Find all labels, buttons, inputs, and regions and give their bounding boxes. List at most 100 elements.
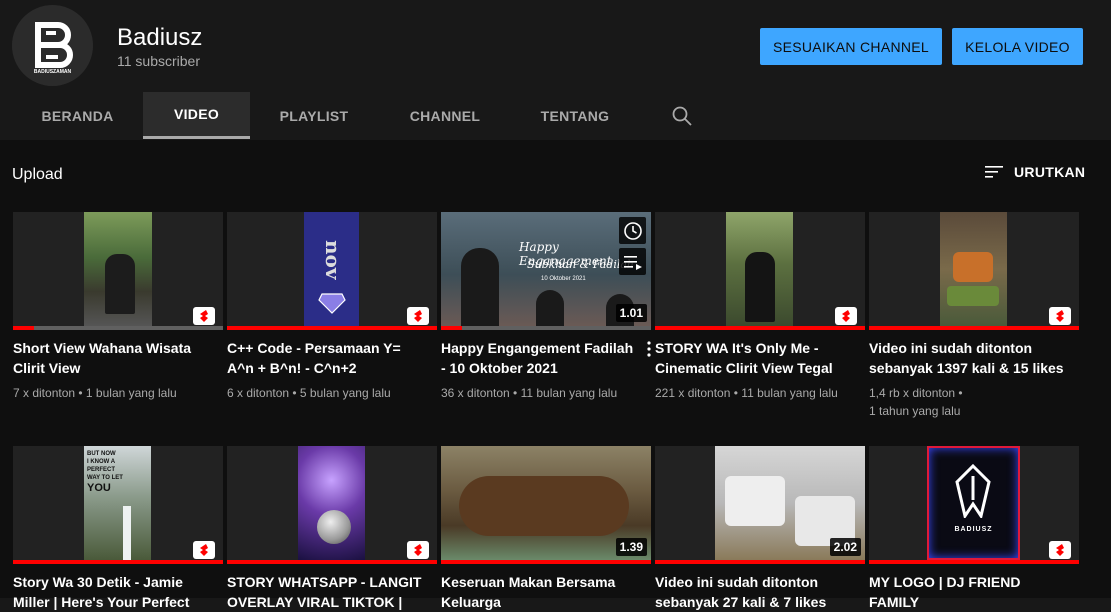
progress-fill bbox=[869, 326, 1079, 330]
progress-fill bbox=[13, 326, 34, 330]
customize-channel-button[interactable]: SESUAIKAN CHANNEL bbox=[760, 28, 942, 65]
progress-fill bbox=[869, 560, 1079, 564]
tab-channel[interactable]: CHANNEL bbox=[378, 92, 512, 139]
subscriber-count: 11 subscriber bbox=[117, 53, 201, 69]
thumbnail-overlay-text: BUT NOW I KNOW A PERFECT WAY TO LET YOU bbox=[87, 451, 123, 494]
shorts-icon bbox=[407, 541, 429, 559]
view-count: 36 x ditonton bbox=[441, 386, 510, 400]
video-meta: 1,4 rb x ditonton • 1 tahun yang lalu bbox=[869, 386, 963, 418]
video-title[interactable]: Story Wa 30 Detik - Jamie Miller | Here'… bbox=[13, 572, 223, 612]
shorts-icon bbox=[1049, 541, 1071, 559]
video-meta: 36 x ditonton • 11 bulan yang lalu bbox=[441, 386, 618, 400]
add-to-queue-icon[interactable] bbox=[619, 248, 646, 275]
logo-text: BADIUSZ bbox=[954, 526, 993, 533]
sort-icon bbox=[985, 166, 1003, 178]
upload-age: 5 bulan yang lalu bbox=[299, 386, 391, 400]
sort-button[interactable]: URUTKAN bbox=[984, 164, 1085, 180]
watch-progress bbox=[655, 560, 865, 564]
avatar-logo-text: BADIUSZAMAN bbox=[33, 69, 72, 75]
video-title[interactable]: STORY WHATSAPP - LANGIT OVERLAY VIRAL TI… bbox=[227, 572, 437, 612]
video-title[interactable]: MY LOGO | DJ FRIEND FAMILY bbox=[869, 572, 1079, 612]
view-count: 6 x ditonton bbox=[227, 386, 290, 400]
video-duration: 1.39 bbox=[615, 538, 647, 556]
video-thumbnail[interactable]: 2.02 bbox=[655, 446, 865, 564]
progress-fill bbox=[13, 560, 223, 564]
tab-beranda[interactable]: BERANDA bbox=[12, 92, 143, 139]
progress-fill bbox=[441, 560, 651, 564]
watch-progress bbox=[655, 326, 865, 330]
video-duration: 2.02 bbox=[829, 538, 861, 556]
video-card-8[interactable]: 2.02 Video ini sudah ditonton sebanyak 2… bbox=[655, 446, 865, 612]
video-thumbnail[interactable]: 1.39 bbox=[441, 446, 651, 564]
video-card-5[interactable]: BUT NOW I KNOW A PERFECT WAY TO LET YOU … bbox=[13, 446, 223, 612]
manage-videos-button[interactable]: KELOLA VIDEO bbox=[952, 28, 1083, 65]
video-card-9[interactable]: BADIUSZ MY LOGO | DJ FRIEND FAMILY bbox=[869, 446, 1079, 612]
video-card-3[interactable]: STORY WA It's Only Me - Cinematic Clirit… bbox=[655, 212, 865, 402]
upload-age: 11 bulan yang lalu bbox=[520, 386, 618, 400]
video-thumbnail[interactable] bbox=[13, 212, 223, 330]
progress-fill bbox=[655, 326, 865, 330]
watch-progress bbox=[13, 560, 223, 564]
watch-later-icon[interactable] bbox=[619, 217, 646, 244]
sort-label: URUTKAN bbox=[1014, 164, 1086, 180]
video-thumbnail[interactable]: Happy Enganggement Subkhan & Fadilah 10 … bbox=[441, 212, 651, 330]
video-thumbnail[interactable] bbox=[655, 212, 865, 330]
progress-fill bbox=[655, 560, 865, 564]
watch-progress bbox=[869, 326, 1079, 330]
video-title[interactable]: Short View Wahana Wisata Clirit View bbox=[13, 338, 223, 378]
video-title[interactable]: Video ini sudah ditonton sebanyak 1397 k… bbox=[869, 338, 1079, 378]
watch-progress bbox=[227, 326, 437, 330]
video-title[interactable]: Keseruan Makan Bersama Keluarga bbox=[441, 572, 651, 612]
video-card-4[interactable]: Video ini sudah ditonton sebanyak 1397 k… bbox=[869, 212, 1079, 420]
video-card-6[interactable]: STORY WHATSAPP - LANGIT OVERLAY VIRAL TI… bbox=[227, 446, 437, 612]
video-thumbnail[interactable]: nov bbox=[227, 212, 437, 330]
channel-header: BADIUSZAMAN Badiusz 11 subscriber SESUAI… bbox=[0, 0, 1111, 140]
tab-tentang[interactable]: TENTANG bbox=[512, 92, 638, 139]
video-thumbnail[interactable]: BADIUSZ bbox=[869, 446, 1079, 564]
progress-fill bbox=[227, 560, 437, 564]
watch-progress bbox=[227, 560, 437, 564]
video-card-7[interactable]: 1.39 Keseruan Makan Bersama Keluarga bbox=[441, 446, 651, 612]
video-section: Upload URUTKAN Short View Wahana Wisata … bbox=[0, 140, 1111, 610]
video-title[interactable]: Video ini sudah ditonton sebanyak 27 kal… bbox=[655, 572, 865, 612]
video-title[interactable]: C++ Code - Persamaan Y= A^n + B^n! - C^n… bbox=[227, 338, 437, 378]
watch-progress bbox=[13, 326, 223, 330]
section-title: Upload bbox=[12, 166, 63, 183]
view-count: 1,4 rb x ditonton bbox=[869, 386, 956, 400]
shorts-icon bbox=[407, 307, 429, 325]
progress-fill bbox=[441, 326, 462, 330]
progress-fill bbox=[227, 326, 437, 330]
video-meta: 7 x ditonton • 1 bulan yang lalu bbox=[13, 386, 177, 400]
view-count: 221 x ditonton bbox=[655, 386, 731, 400]
shorts-icon bbox=[1049, 307, 1071, 325]
more-actions-icon[interactable] bbox=[643, 340, 655, 358]
video-card-2[interactable]: Happy Enganggement Subkhan & Fadilah 10 … bbox=[441, 212, 651, 402]
watch-progress bbox=[441, 560, 651, 564]
video-card-1[interactable]: nov C++ Code - Persamaan Y= A^n + B^n! -… bbox=[227, 212, 437, 402]
shorts-icon bbox=[835, 307, 857, 325]
shorts-icon bbox=[193, 307, 215, 325]
channel-name: Badiusz bbox=[117, 24, 203, 51]
video-title[interactable]: STORY WA It's Only Me - Cinematic Clirit… bbox=[655, 338, 865, 378]
upload-age: 1 tahun yang lalu bbox=[869, 404, 961, 418]
video-title[interactable]: Happy Engangement Fadilah - 10 Oktober 2… bbox=[441, 338, 651, 378]
video-thumbnail[interactable]: BUT NOW I KNOW A PERFECT WAY TO LET YOU bbox=[13, 446, 223, 564]
channel-avatar[interactable]: BADIUSZAMAN bbox=[12, 5, 93, 86]
video-meta: 221 x ditonton • 11 bulan yang lalu bbox=[655, 386, 838, 400]
watch-progress bbox=[869, 560, 1079, 564]
tab-playlist[interactable]: PLAYLIST bbox=[250, 92, 378, 139]
thumbnail-overlay-line2: Subkhan & Fadilah bbox=[527, 258, 635, 271]
video-meta: 6 x ditonton • 5 bulan yang lalu bbox=[227, 386, 391, 400]
search-icon[interactable] bbox=[670, 104, 698, 128]
shorts-icon bbox=[193, 541, 215, 559]
channel-tabs: BERANDA VIDEO PLAYLIST CHANNEL TENTANG bbox=[0, 92, 1111, 140]
video-thumbnail[interactable] bbox=[227, 446, 437, 564]
tab-video[interactable]: VIDEO bbox=[143, 92, 250, 139]
upload-age: 11 bulan yang lalu bbox=[741, 386, 838, 400]
upload-age: 1 bulan yang lalu bbox=[85, 386, 177, 400]
thumbnail-overlay-line3: 10 Oktober 2021 bbox=[541, 276, 586, 282]
view-count: 7 x ditonton bbox=[13, 386, 76, 400]
watch-progress bbox=[441, 326, 651, 330]
video-thumbnail[interactable] bbox=[869, 212, 1079, 330]
video-card-0[interactable]: Short View Wahana Wisata Clirit View 7 x… bbox=[13, 212, 223, 402]
